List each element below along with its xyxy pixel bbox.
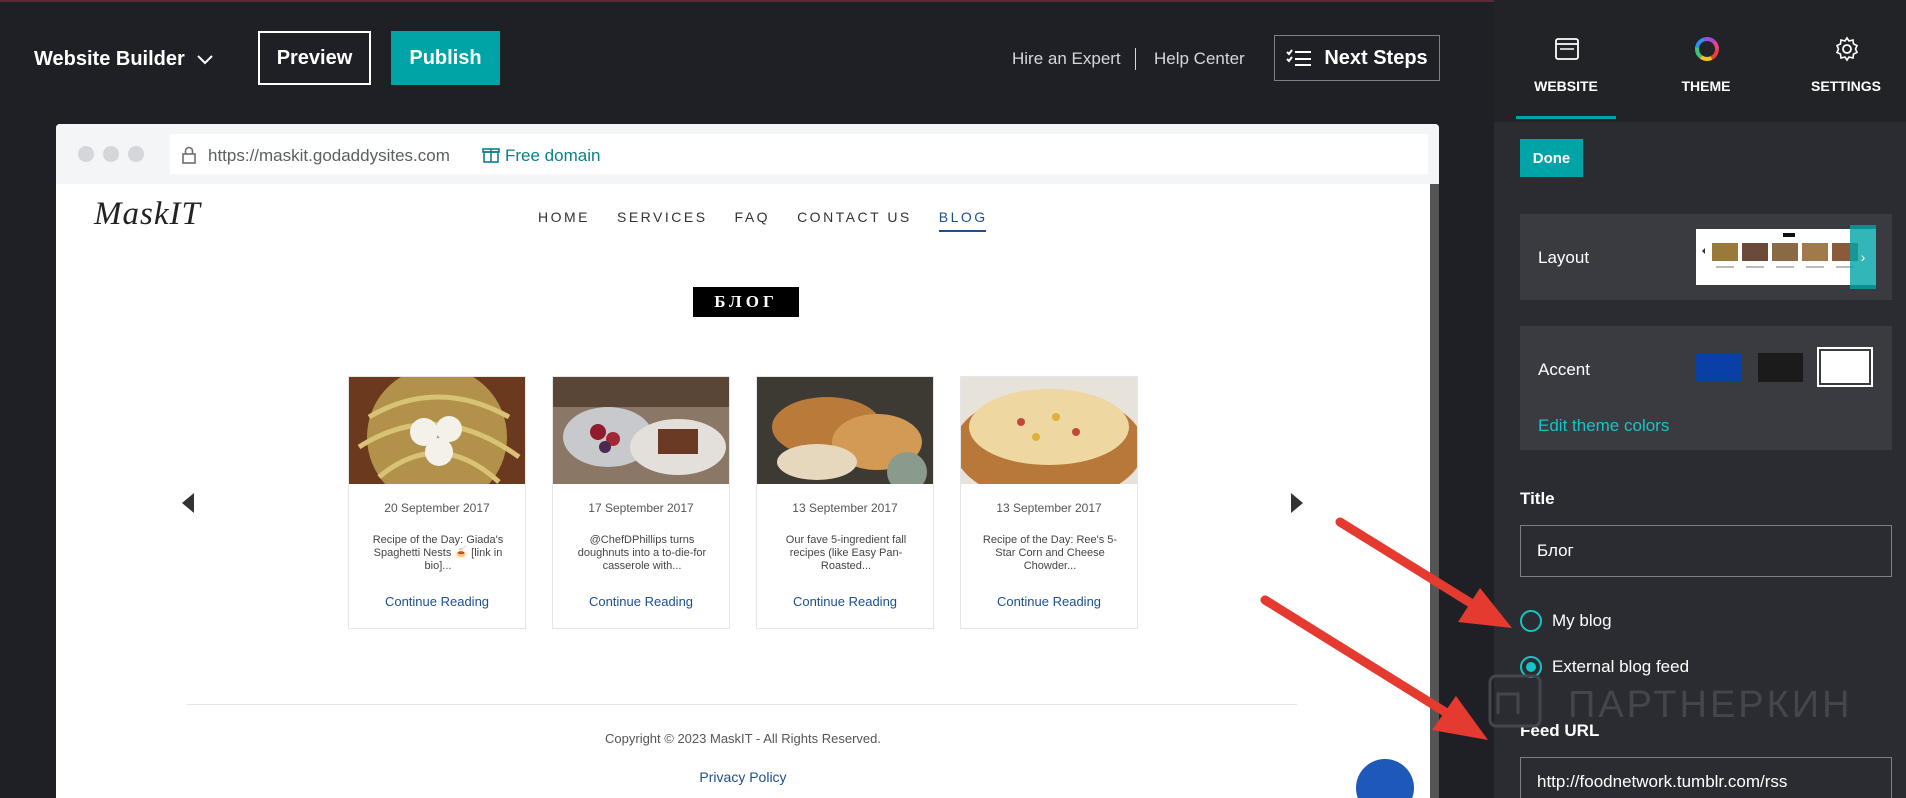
accent-swatch-blue[interactable] — [1696, 353, 1741, 382]
post-excerpt: Recipe of the Day: Ree's 5-Star Corn and… — [982, 534, 1118, 572]
carousel-next-icon[interactable] — [1291, 493, 1303, 513]
lock-icon — [182, 146, 196, 164]
accent-selector: Accent Edit theme colors — [1520, 326, 1892, 450]
watermark-text: ПАРТНЕРКИН — [1568, 683, 1853, 726]
checklist-icon — [1286, 49, 1312, 66]
accent-swatch-black[interactable] — [1758, 353, 1803, 382]
next-steps-label: Next Steps — [1324, 46, 1428, 69]
preview-scrollbar[interactable] — [1430, 184, 1439, 798]
post-image — [757, 377, 933, 484]
gift-icon — [482, 148, 500, 163]
tab-theme[interactable]: THEME — [1656, 0, 1756, 119]
tab-label: SETTINGS — [1810, 78, 1881, 94]
app-name: Website Builder — [34, 48, 185, 70]
top-divider — [1135, 48, 1136, 70]
continue-reading-link[interactable]: Continue Reading — [961, 594, 1137, 609]
panel-tabs: WEBSITE THEME SETTINGS — [1494, 0, 1906, 122]
post-date: 20 September 2017 — [384, 501, 490, 515]
browser-toolbar: https://maskit.godaddysites.com Free dom… — [56, 124, 1439, 184]
chevron-down-icon — [197, 54, 213, 64]
radio-button[interactable] — [1520, 610, 1542, 632]
post-date: 13 September 2017 — [996, 501, 1102, 515]
accent-swatch-white[interactable] — [1819, 349, 1871, 385]
layout-label: Layout — [1538, 248, 1590, 267]
nav-item-contact[interactable]: CONTACT US — [797, 209, 912, 225]
publish-button[interactable]: Publish — [391, 31, 500, 85]
next-steps-button[interactable]: Next Steps — [1274, 35, 1440, 81]
chat-bubble-icon[interactable] — [1356, 759, 1414, 798]
privacy-policy-link[interactable]: Privacy Policy — [56, 769, 1430, 785]
site-preview-frame: https://maskit.godaddysites.com Free dom… — [56, 124, 1439, 798]
blog-post-card[interactable]: 13 September 2017 Recipe of the Day: Ree… — [960, 376, 1138, 629]
color-wheel-icon — [1695, 37, 1719, 61]
active-tab-indicator — [1516, 116, 1616, 119]
radio-label: My blog — [1552, 611, 1612, 630]
done-button[interactable]: Done — [1520, 139, 1583, 177]
watermark-logo-icon — [1488, 674, 1542, 728]
blog-post-card[interactable]: 13 September 2017 Our fave 5-ingredient … — [756, 376, 934, 629]
post-excerpt: @ChefDPhillips turns doughnuts into a to… — [577, 534, 707, 572]
edit-theme-colors-link[interactable]: Edit theme colors — [1538, 416, 1669, 436]
website-builder-menu[interactable]: Website Builder — [34, 48, 213, 71]
title-label: Title — [1520, 489, 1555, 508]
nav-item-home[interactable]: HOME — [538, 209, 590, 225]
layout-selector[interactable]: Layout › — [1520, 214, 1892, 300]
footer-divider — [187, 704, 1297, 705]
feed-url-input[interactable]: http://foodnetwork.tumblr.com/rss — [1520, 757, 1892, 798]
help-center-link[interactable]: Help Center — [1154, 49, 1245, 69]
blog-section-title: БЛОГ — [693, 287, 799, 317]
watermark: ПАРТНЕРКИН — [1484, 670, 1853, 740]
blog-post-card[interactable]: 20 September 2017 Recipe of the Day: Gia… — [348, 376, 526, 629]
window-dot — [103, 146, 119, 162]
chevron-right-icon[interactable]: › — [1850, 225, 1876, 289]
continue-reading-link[interactable]: Continue Reading — [757, 594, 933, 609]
carousel-prev-icon[interactable] — [182, 493, 194, 513]
post-excerpt: Recipe of the Day: Giada's Spaghetti Nes… — [372, 534, 504, 572]
window-dot — [78, 146, 94, 162]
continue-reading-link[interactable]: Continue Reading — [553, 594, 729, 609]
post-image — [961, 377, 1137, 484]
free-domain-link[interactable]: Free domain — [505, 146, 600, 166]
blog-post-card[interactable]: 17 September 2017 @ChefDPhillips turns d… — [552, 376, 730, 629]
layout-thumbnail[interactable] — [1696, 229, 1876, 285]
continue-reading-link[interactable]: Continue Reading — [349, 594, 525, 609]
copyright-text: Copyright © 2023 MaskIT - All Rights Res… — [605, 731, 881, 746]
post-date: 17 September 2017 — [588, 501, 694, 515]
post-image — [349, 377, 525, 484]
tab-label: WEBSITE — [1534, 78, 1598, 94]
post-excerpt: Our fave 5-ingredient fall recipes (like… — [785, 534, 907, 572]
window-dot — [128, 146, 144, 162]
preview-button[interactable]: Preview — [258, 31, 371, 85]
browser-window-icon — [1555, 38, 1579, 60]
site-logo[interactable]: MaskIT — [94, 196, 201, 233]
title-input[interactable]: Блог — [1520, 525, 1892, 577]
hire-expert-link[interactable]: Hire an Expert — [1012, 49, 1121, 69]
nav-item-blog[interactable]: BLOG — [938, 209, 988, 232]
gear-icon — [1835, 36, 1859, 62]
site-url: https://maskit.godaddysites.com — [208, 146, 450, 165]
tab-label: THEME — [1681, 78, 1731, 94]
site-nav: HOME SERVICES FAQ CONTACT US BLOG — [538, 209, 1015, 232]
tab-settings[interactable]: SETTINGS — [1796, 0, 1896, 119]
nav-item-faq[interactable]: FAQ — [735, 209, 771, 225]
post-image — [553, 377, 729, 484]
tab-website[interactable]: WEBSITE — [1516, 0, 1616, 119]
post-date: 13 September 2017 — [792, 501, 898, 515]
app-root: Website Builder Preview Publish Hire an … — [0, 0, 1906, 798]
accent-label: Accent — [1538, 360, 1590, 379]
nav-item-services[interactable]: SERVICES — [617, 209, 708, 225]
radio-my-blog[interactable]: My blog — [1520, 610, 1612, 632]
